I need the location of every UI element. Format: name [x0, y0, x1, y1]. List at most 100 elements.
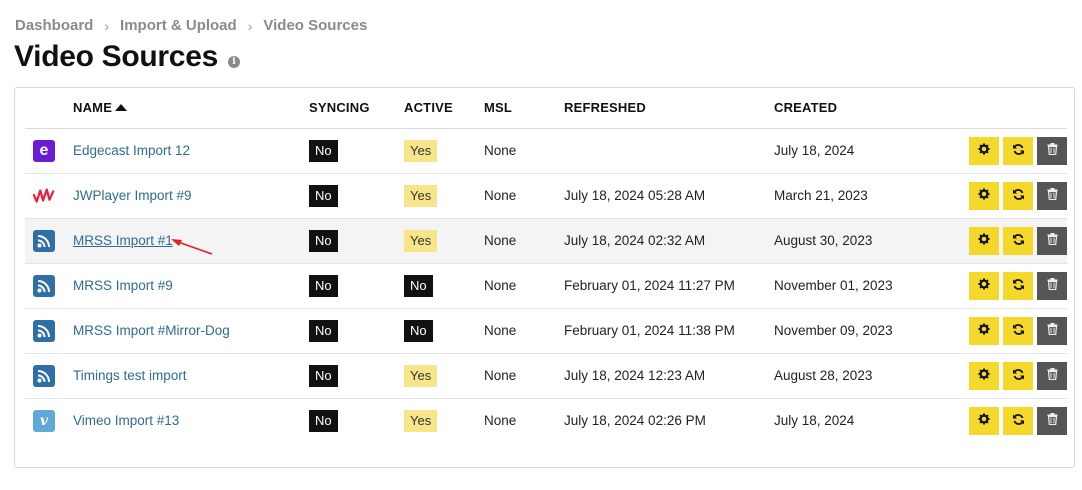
syncing-cell: No — [309, 263, 404, 309]
refreshed-cell: July 18, 2024 02:32 AM — [564, 218, 774, 264]
syncing-badge: No — [309, 319, 338, 342]
active-badge: Yes — [404, 364, 438, 387]
delete-button[interactable] — [1037, 136, 1067, 165]
name-cell: Vimeo Import #13 — [73, 398, 309, 443]
sync-button[interactable] — [1003, 361, 1033, 390]
delete-button[interactable] — [1037, 271, 1067, 300]
refresh-icon — [1012, 143, 1025, 159]
header-active[interactable]: ACTIVE — [404, 88, 484, 129]
settings-button[interactable] — [969, 181, 999, 210]
table-row[interactable]: e Edgecast Import 12 No Yes None July 18, 202… — [25, 128, 1067, 174]
msl-cell: None — [484, 308, 564, 354]
breadcrumb-dashboard[interactable]: Dashboard — [15, 17, 93, 34]
actions-cell — [944, 398, 1067, 443]
header-created[interactable]: CREATED — [774, 88, 944, 129]
settings-button[interactable] — [969, 271, 999, 300]
source-name-link[interactable]: MRSS Import #1 — [73, 233, 173, 248]
delete-button[interactable] — [1037, 316, 1067, 345]
delete-button[interactable] — [1037, 361, 1067, 390]
created-cell: November 09, 2023 — [774, 308, 944, 354]
actions-cell — [944, 218, 1067, 264]
source-name-link[interactable]: Edgecast Import 12 — [73, 143, 190, 158]
source-name-link[interactable]: Vimeo Import #13 — [73, 413, 179, 428]
source-icon-cell — [25, 263, 73, 309]
gear-icon — [978, 143, 990, 158]
actions-cell — [944, 128, 1067, 174]
annotation-arrow-icon — [171, 239, 213, 255]
msl-cell: None — [484, 218, 564, 264]
active-cell: No — [404, 308, 484, 354]
info-icon[interactable]: i — [227, 56, 240, 68]
sync-button[interactable] — [1003, 181, 1033, 210]
settings-button[interactable] — [969, 136, 999, 165]
active-cell: Yes — [404, 173, 484, 219]
refresh-icon — [1012, 188, 1025, 204]
source-name-link[interactable]: MRSS Import #9 — [73, 278, 173, 293]
header-syncing[interactable]: SYNCING — [309, 88, 404, 129]
delete-button[interactable] — [1037, 226, 1067, 255]
chevron-right-icon: › — [247, 17, 253, 34]
gear-icon — [978, 233, 990, 248]
table-header-row: NAME SYNCING ACTIVE MSL REFRESHED CREATE… — [25, 88, 1067, 129]
refreshed-cell — [564, 128, 774, 174]
settings-button[interactable] — [969, 226, 999, 255]
created-cell: November 01, 2023 — [774, 263, 944, 309]
gear-icon — [978, 323, 990, 338]
source-name-link[interactable]: MRSS Import #Mirror-Dog — [73, 323, 230, 338]
refreshed-cell: July 18, 2024 12:23 AM — [564, 353, 774, 399]
header-refreshed[interactable]: REFRESHED — [564, 88, 774, 129]
syncing-cell: No — [309, 218, 404, 264]
settings-button[interactable] — [969, 361, 999, 390]
delete-button[interactable] — [1037, 406, 1067, 435]
active-badge: No — [404, 274, 433, 297]
msl-cell: None — [484, 128, 564, 174]
breadcrumb: Dashboard › Import & Upload › Video Sour… — [15, 17, 367, 34]
sync-button[interactable] — [1003, 136, 1033, 165]
syncing-badge: No — [309, 139, 338, 162]
actions-cell — [944, 173, 1067, 219]
syncing-cell: No — [309, 353, 404, 399]
trash-icon — [1047, 278, 1058, 293]
page-title: Video Sources — [14, 40, 218, 73]
settings-button[interactable] — [969, 406, 999, 435]
sync-button[interactable] — [1003, 316, 1033, 345]
source-icon-cell: e — [25, 128, 73, 174]
active-cell: Yes — [404, 128, 484, 174]
source-icon-cell — [25, 353, 73, 399]
delete-button[interactable] — [1037, 181, 1067, 210]
active-cell: Yes — [404, 398, 484, 443]
name-cell: Edgecast Import 12 — [73, 128, 309, 174]
source-icon-cell — [25, 173, 73, 219]
syncing-cell: No — [309, 173, 404, 219]
table-row[interactable]: MRSS Import #Mirror-Dog No No None February … — [25, 308, 1067, 354]
actions-cell — [944, 353, 1067, 399]
refresh-icon — [1012, 368, 1025, 384]
active-cell: Yes — [404, 218, 484, 264]
header-msl[interactable]: MSL — [484, 88, 564, 129]
created-cell: August 30, 2023 — [774, 218, 944, 264]
table-row[interactable]: JWPlayer Import #9 No Yes None July 18, 2024… — [25, 173, 1067, 219]
settings-button[interactable] — [969, 316, 999, 345]
gear-icon — [978, 413, 990, 428]
active-badge: Yes — [404, 409, 438, 432]
header-name[interactable]: NAME — [73, 88, 309, 129]
syncing-badge: No — [309, 409, 338, 432]
msl-cell: None — [484, 263, 564, 309]
table-row[interactable]: MRSS Import #9 No No None February 01, 2024 … — [25, 263, 1067, 309]
page-header: Video Sources i — [14, 40, 240, 74]
active-badge: Yes — [404, 139, 438, 162]
table-row[interactable]: v Vimeo Import #13 No Yes None July 18, 2024 … — [25, 398, 1067, 443]
trash-icon — [1047, 368, 1058, 383]
source-name-link[interactable]: Timings test import — [73, 368, 187, 383]
source-name-link[interactable]: JWPlayer Import #9 — [73, 188, 192, 203]
sync-button[interactable] — [1003, 226, 1033, 255]
name-cell: MRSS Import #Mirror-Dog — [73, 308, 309, 354]
sync-button[interactable] — [1003, 271, 1033, 300]
breadcrumb-import-upload[interactable]: Import & Upload — [120, 17, 237, 34]
table-row[interactable]: Timings test import No Yes None July 18, 202… — [25, 353, 1067, 399]
sync-button[interactable] — [1003, 406, 1033, 435]
gear-icon — [978, 278, 990, 293]
refreshed-cell: February 01, 2024 11:27 PM — [564, 263, 774, 309]
actions-cell — [944, 263, 1067, 309]
syncing-cell: No — [309, 128, 404, 174]
